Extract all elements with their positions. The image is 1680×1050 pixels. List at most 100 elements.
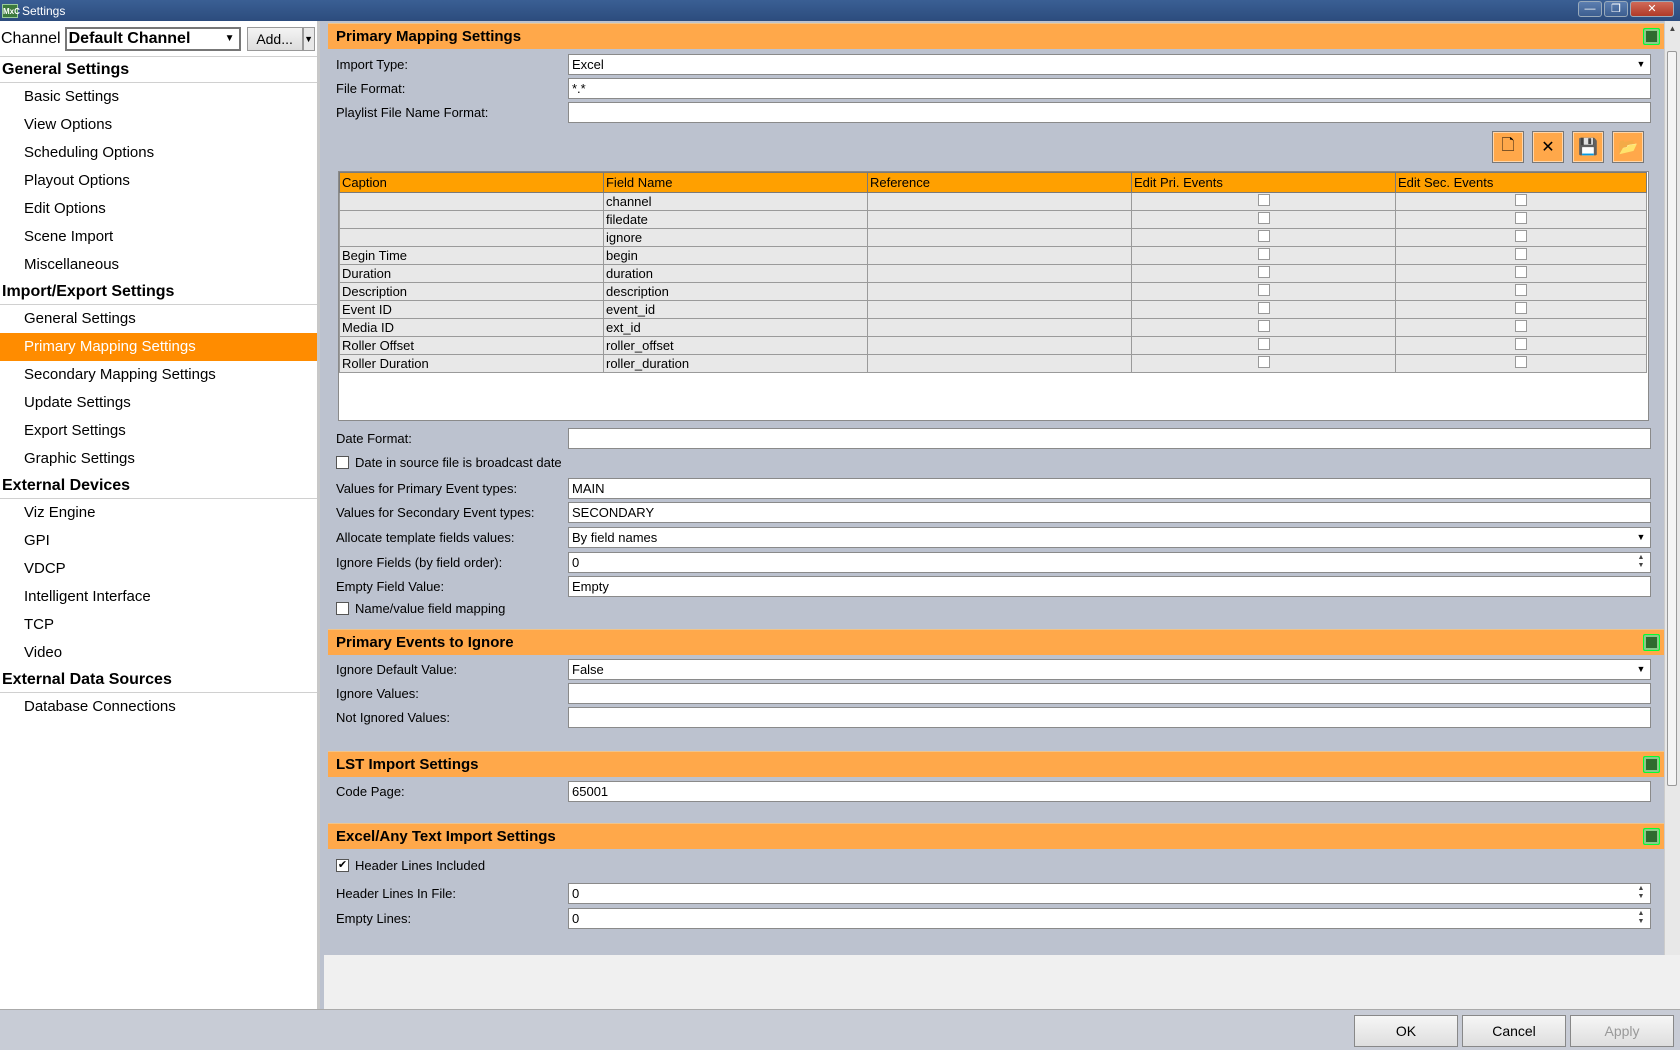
cell-field[interactable]: roller_duration — [602, 354, 868, 373]
playlist-name-input[interactable] — [568, 101, 1651, 123]
edit-sec-checkbox[interactable] — [1515, 338, 1528, 350]
sidebar-item-gpi[interactable]: GPI — [0, 527, 317, 555]
cell-reference[interactable] — [866, 318, 1132, 337]
cell-field[interactable]: filedate — [602, 210, 868, 229]
cell-reference[interactable] — [866, 228, 1132, 247]
code-page-input[interactable]: 65001 — [568, 780, 1651, 802]
table-row[interactable]: Media ID ext_id — [339, 318, 1648, 337]
table-row[interactable]: Begin Time begin — [339, 246, 1648, 265]
nav-group-header[interactable]: External Data Sources — [0, 667, 317, 693]
cell-field[interactable]: event_id — [602, 300, 868, 319]
cell-field[interactable]: roller_offset — [602, 336, 868, 355]
collapse-section-icon[interactable] — [1643, 756, 1660, 773]
edit-pri-checkbox[interactable] — [1257, 248, 1270, 260]
column-header[interactable]: Reference — [866, 172, 1132, 193]
cell-caption[interactable]: Roller Offset — [339, 336, 604, 355]
close-button[interactable]: ✕ — [1630, 1, 1674, 17]
cell-caption[interactable]: Media ID — [339, 318, 604, 337]
cell-reference[interactable] — [866, 282, 1132, 301]
cancel-button[interactable]: Cancel — [1462, 1015, 1566, 1047]
allocate-select[interactable]: By field names ▼ — [568, 526, 1651, 548]
empty-lines-stepper[interactable]: 0 ▲ ▼ — [568, 907, 1651, 929]
table-row[interactable]: Description description — [339, 282, 1648, 301]
sidebar-item-edit-options[interactable]: Edit Options — [0, 195, 317, 223]
cell-caption[interactable] — [339, 210, 604, 229]
edit-pri-checkbox[interactable] — [1257, 230, 1270, 242]
sidebar-item-intelligent-interface[interactable]: Intelligent Interface — [0, 583, 317, 611]
cell-reference[interactable] — [866, 336, 1132, 355]
field-mapping-grid[interactable]: Caption Field Name Reference Edit Pri. Even… — [338, 171, 1649, 421]
edit-pri-checkbox[interactable] — [1257, 194, 1270, 206]
ignore-values-input[interactable] — [568, 682, 1651, 704]
sidebar-item-viz-engine[interactable]: Viz Engine — [0, 499, 317, 527]
secondary-types-input[interactable]: SECONDARY — [568, 501, 1651, 523]
sidebar-item-basic-settings[interactable]: Basic Settings — [0, 83, 317, 111]
collapse-section-icon[interactable] — [1643, 28, 1660, 45]
import-type-select[interactable]: Excel ▼ — [568, 53, 1651, 75]
cell-caption[interactable]: Description — [339, 282, 604, 301]
table-row[interactable]: channel — [339, 192, 1648, 211]
cell-caption[interactable]: Event ID — [339, 300, 604, 319]
excel-import-header[interactable]: Excel/Any Text Import Settings — [328, 823, 1664, 849]
cell-field[interactable]: ignore — [602, 228, 868, 247]
ignore-default-select[interactable]: False ▼ — [568, 658, 1651, 680]
column-header[interactable]: Edit Sec. Events — [1394, 172, 1648, 193]
column-header[interactable]: Field Name — [602, 172, 868, 193]
sidebar-item-tcp[interactable]: TCP — [0, 611, 317, 639]
save-button[interactable]: 💾 — [1572, 131, 1604, 163]
edit-pri-checkbox[interactable] — [1257, 284, 1270, 296]
edit-pri-checkbox[interactable] — [1257, 356, 1270, 368]
edit-pri-checkbox[interactable] — [1257, 266, 1270, 278]
cell-reference[interactable] — [866, 264, 1132, 283]
cell-reference[interactable] — [866, 210, 1132, 229]
spinner-arrows-icon[interactable]: ▲ ▼ — [1634, 885, 1648, 902]
column-header[interactable]: Edit Pri. Events — [1130, 172, 1396, 193]
sidebar-item-secondary-mapping-settings[interactable]: Secondary Mapping Settings — [0, 361, 317, 389]
table-row[interactable]: ignore — [339, 228, 1648, 247]
collapse-section-icon[interactable] — [1643, 634, 1660, 651]
delete-button[interactable]: ✕ — [1532, 131, 1564, 163]
sidebar-item-scene-import[interactable]: Scene Import — [0, 223, 317, 251]
edit-sec-checkbox[interactable] — [1515, 212, 1528, 224]
edit-sec-checkbox[interactable] — [1515, 320, 1528, 332]
table-row[interactable]: Duration duration — [339, 264, 1648, 283]
cell-reference[interactable] — [866, 192, 1132, 211]
edit-pri-checkbox[interactable] — [1257, 302, 1270, 314]
table-row[interactable]: Event ID event_id — [339, 300, 1648, 319]
channel-select[interactable]: Default Channel ▼ — [64, 26, 241, 51]
sidebar-item-scheduling-options[interactable]: Scheduling Options — [0, 139, 317, 167]
cell-field[interactable]: ext_id — [602, 318, 868, 337]
spinner-arrows-icon[interactable]: ▲ ▼ — [1634, 910, 1648, 927]
sidebar-item-vdcp[interactable]: VDCP — [0, 555, 317, 583]
ignore-fields-stepper[interactable]: 0 ▲ ▼ — [568, 551, 1651, 573]
table-row[interactable]: Roller Duration roller_duration — [339, 354, 1648, 373]
nav-group-header[interactable]: General Settings — [0, 57, 317, 83]
nav-group-header[interactable]: External Devices — [0, 473, 317, 499]
broadcast-date-checkbox[interactable] — [336, 456, 349, 469]
nav-group-header[interactable]: Import/Export Settings — [0, 279, 317, 305]
add-dropdown-arrow-icon[interactable]: ▼ — [302, 26, 315, 51]
cell-field[interactable]: channel — [602, 192, 868, 211]
date-format-input[interactable] — [568, 427, 1651, 449]
cell-field[interactable]: begin — [602, 246, 868, 265]
column-header[interactable]: Caption — [339, 172, 604, 193]
file-format-input[interactable]: *.* — [568, 77, 1651, 99]
open-folder-button[interactable]: 📂 — [1612, 131, 1644, 163]
primary-types-input[interactable]: MAIN — [568, 477, 1651, 499]
empty-field-input[interactable]: Empty — [568, 575, 1651, 597]
minimize-button[interactable]: — — [1578, 1, 1602, 17]
collapse-section-icon[interactable] — [1643, 828, 1660, 845]
edit-sec-checkbox[interactable] — [1515, 230, 1528, 242]
cell-caption[interactable] — [339, 192, 604, 211]
ignore-events-header[interactable]: Primary Events to Ignore — [328, 629, 1664, 655]
edit-sec-checkbox[interactable] — [1515, 248, 1528, 260]
cell-caption[interactable]: Duration — [339, 264, 604, 283]
spinner-arrows-icon[interactable]: ▲ ▼ — [1634, 554, 1648, 571]
cell-field[interactable]: duration — [602, 264, 868, 283]
edit-pri-checkbox[interactable] — [1257, 212, 1270, 224]
sidebar-item-view-options[interactable]: View Options — [0, 111, 317, 139]
vertical-scrollbar[interactable]: ▲ — [1664, 21, 1680, 955]
edit-sec-checkbox[interactable] — [1515, 284, 1528, 296]
edit-sec-checkbox[interactable] — [1515, 302, 1528, 314]
restore-button[interactable]: ❐ — [1604, 1, 1628, 17]
